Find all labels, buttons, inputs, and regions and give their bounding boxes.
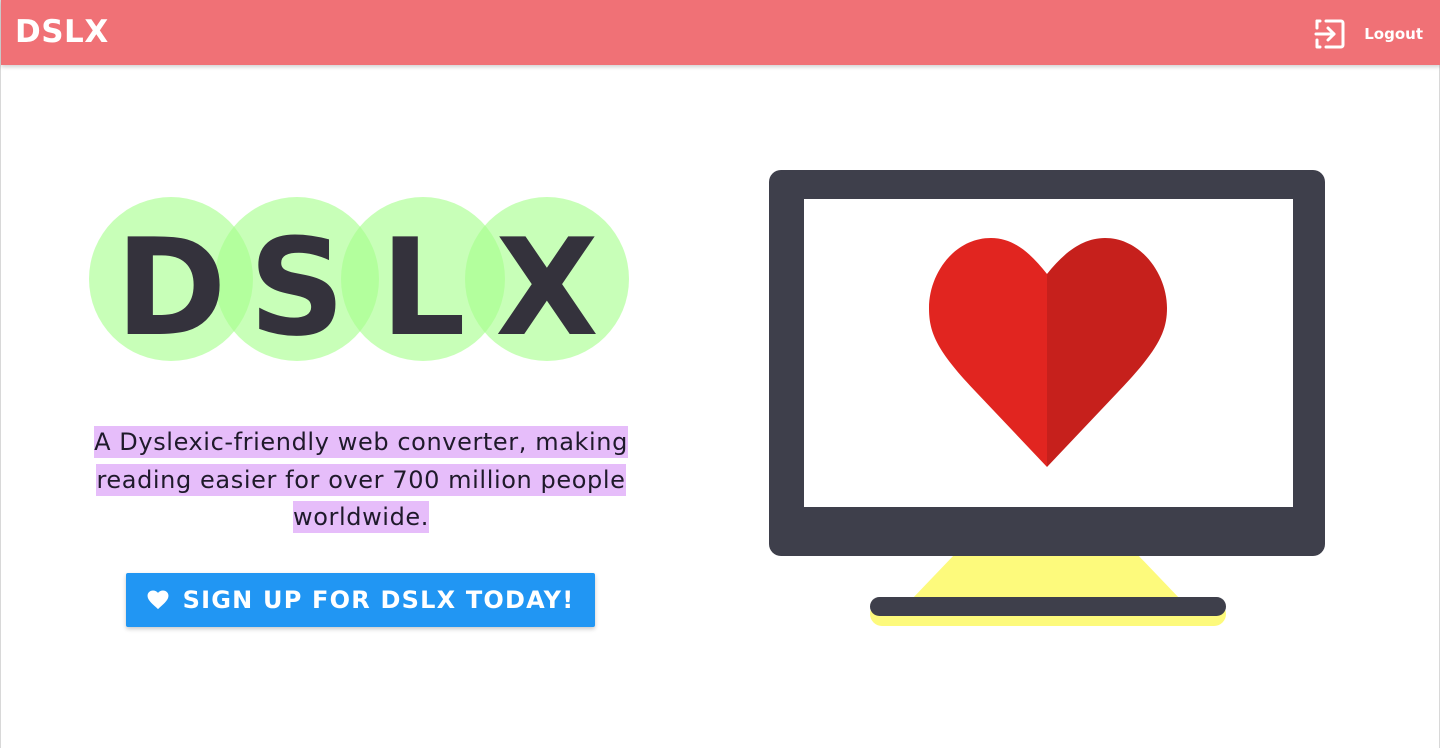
- monitor-stand: [911, 554, 1181, 600]
- logout-button[interactable]: Logout: [1313, 16, 1423, 52]
- navbar: DSLX Logout: [1, 0, 1440, 65]
- logo-letter-x: X: [495, 210, 598, 362]
- signup-button[interactable]: SIGN UP FOR DSLX TODAY!: [126, 573, 595, 627]
- logo-letter-s: S: [249, 210, 346, 362]
- logo-letter-d: D: [115, 210, 226, 362]
- signup-label: SIGN UP FOR DSLX TODAY!: [182, 586, 575, 614]
- heart-icon: [147, 590, 169, 610]
- logo-letter-l: L: [380, 210, 465, 362]
- monitor-base: [870, 597, 1226, 616]
- monitor-illustration: [769, 170, 1325, 626]
- hero-logo: D S L X: [89, 197, 629, 362]
- brand-title[interactable]: DSLX: [15, 12, 109, 52]
- tagline: A Dyslexic-friendly web converter, makin…: [71, 424, 651, 537]
- page: DSLX Logout D S L X A Dyslexic-friendly …: [0, 0, 1440, 748]
- tagline-text: A Dyslexic-friendly web converter, makin…: [94, 426, 628, 533]
- logout-label: Logout: [1364, 25, 1423, 43]
- logout-icon: [1314, 19, 1345, 49]
